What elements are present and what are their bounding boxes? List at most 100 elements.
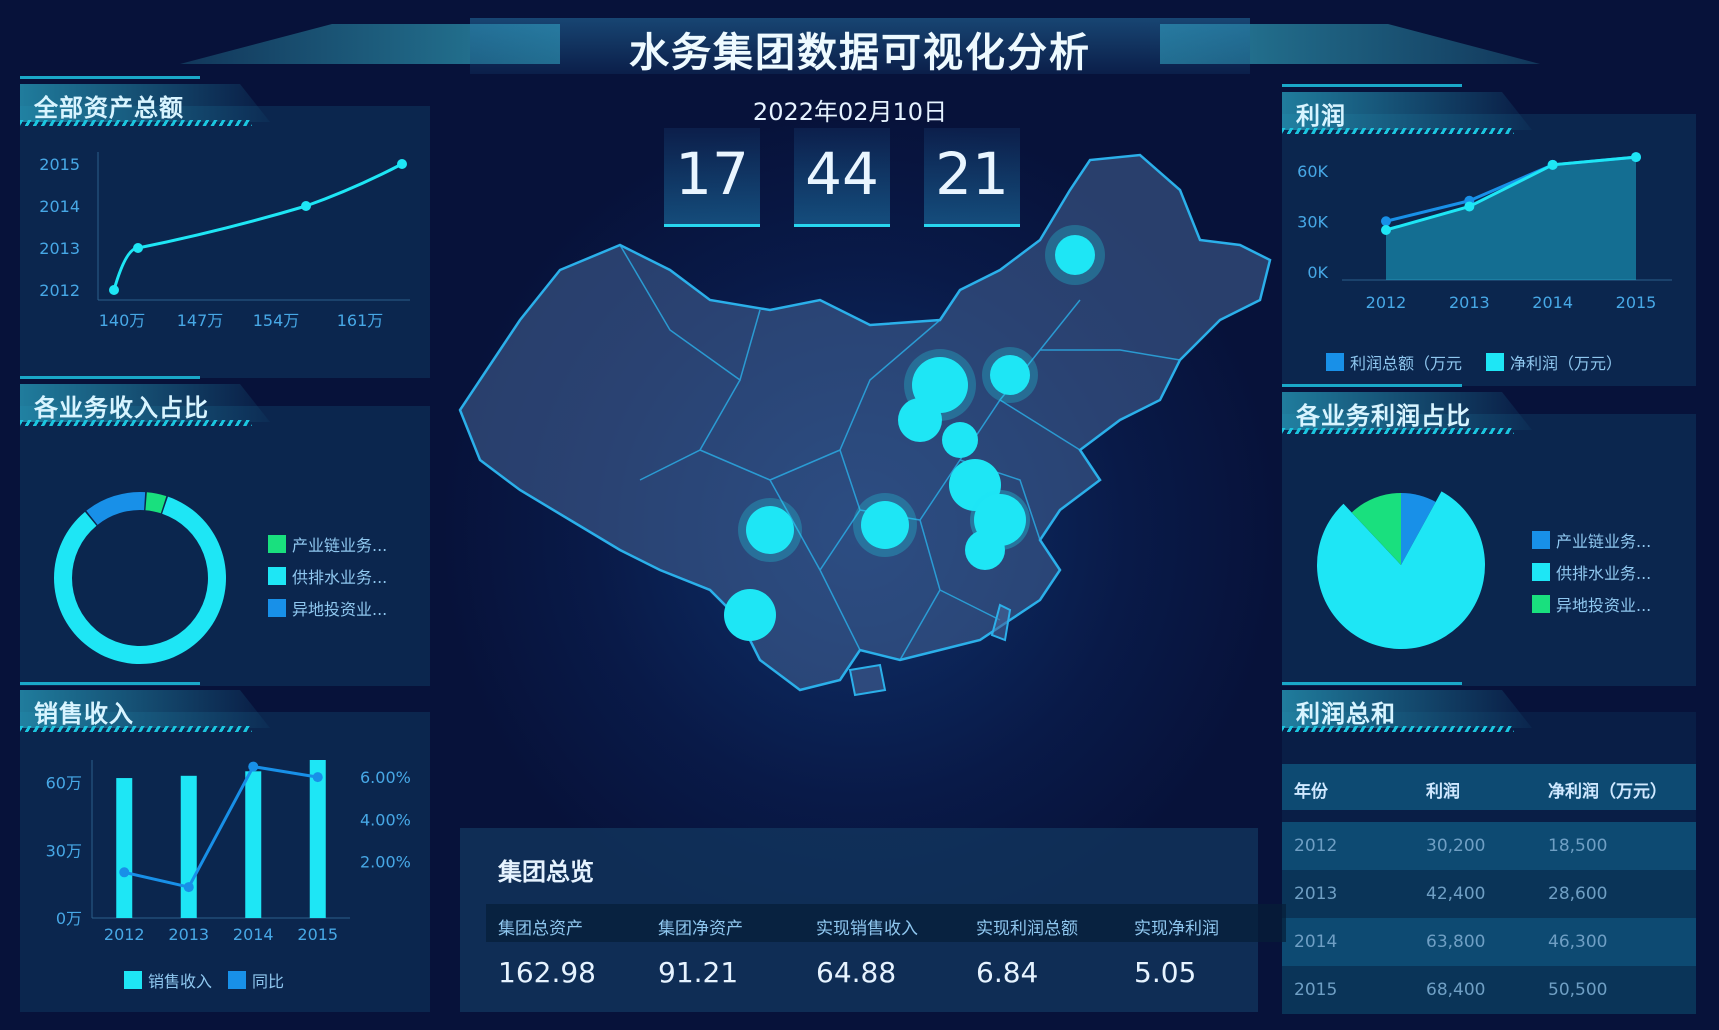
income-donut-chart <box>53 492 226 664</box>
overview-label: 集团净资产 <box>658 919 743 939</box>
legend-swatch <box>124 971 142 989</box>
legend-swatch <box>1532 595 1550 613</box>
legend-swatch <box>1326 353 1344 371</box>
table-cell: 50,500 <box>1548 980 1608 1000</box>
table-cell: 63,800 <box>1426 932 1486 952</box>
legend-label: 利润总额（万元 <box>1350 354 1463 373</box>
assets-title-block: 全部资产总额 <box>20 76 320 126</box>
title-top-line <box>20 76 200 79</box>
table-cell: 46,300 <box>1548 932 1608 952</box>
table-header-cell: 年份 <box>1294 782 1328 802</box>
profit-point <box>1381 216 1391 227</box>
profit-share-legend-item-3[interactable]: 异地投资业... <box>1532 592 1651 616</box>
yoy-point <box>248 761 259 772</box>
income-share-title-block: 各业务收入占比 <box>20 376 320 426</box>
x-tick-label: 161万 <box>337 311 384 330</box>
profit-share-legend-item-2[interactable]: 供排水业务... <box>1532 560 1651 584</box>
sales-bar <box>180 775 197 918</box>
y-tick-label: 60K <box>1297 162 1328 181</box>
overview-value: 6.84 <box>976 956 1039 989</box>
map-hainan <box>848 663 887 697</box>
table-cell: 18,500 <box>1548 836 1608 856</box>
legend-label: 产业链业务... <box>1556 532 1652 551</box>
sales-bar <box>116 778 133 918</box>
income-share-title: 各业务收入占比 <box>34 394 209 422</box>
title-top-line <box>1282 384 1462 387</box>
y-tick-label: 30K <box>1297 213 1328 232</box>
income-legend-item-2[interactable]: 供排水业务... <box>268 564 387 588</box>
sales-legend-item-1[interactable]: 销售收入 <box>124 968 212 992</box>
sales-legend-item-2[interactable]: 同比 <box>228 968 284 992</box>
table-row[interactable]: 2013 42,400 28,600 <box>1282 870 1696 918</box>
overview-label: 集团总资产 <box>498 919 583 939</box>
table-cell: 42,400 <box>1426 884 1486 904</box>
profit-title: 利润 <box>1296 102 1346 130</box>
table-cell: 2014 <box>1294 932 1338 952</box>
data-point <box>109 285 119 295</box>
profit-pie-chart <box>1317 491 1485 649</box>
x-tick-label: 2014 <box>233 925 274 944</box>
income-legend-item-3[interactable]: 异地投资业... <box>268 596 387 620</box>
table-row[interactable]: 2012 30,200 18,500 <box>1282 822 1696 870</box>
profit-point <box>1547 159 1558 170</box>
data-point <box>397 159 407 169</box>
title-top-line <box>20 376 200 379</box>
x-tick-label: 2015 <box>297 925 338 944</box>
assets-line <box>112 162 403 291</box>
overview-value: 5.05 <box>1134 956 1197 989</box>
table-cell: 28,600 <box>1548 884 1608 904</box>
yoy-point <box>312 772 323 783</box>
profit-share-title-block: 各业务利润占比 <box>1282 384 1582 434</box>
legend-label: 净利润（万元） <box>1510 354 1623 373</box>
income-legend-item-1[interactable]: 产业链业务... <box>268 532 387 556</box>
china-map[interactable] <box>440 150 1290 810</box>
overview-title: 集团总览 <box>498 858 594 886</box>
profit-legend-item-2[interactable]: 净利润（万元） <box>1486 350 1622 374</box>
table-cell: 2012 <box>1294 836 1338 856</box>
y-tick-label: 60万 <box>46 774 82 793</box>
data-point <box>301 201 311 211</box>
donut-slice <box>53 496 226 664</box>
x-tick-label: 2012 <box>104 925 145 944</box>
profit-title-block: 利润 <box>1282 84 1582 134</box>
legend-label: 异地投资业... <box>292 600 388 619</box>
x-tick-label: 2013 <box>1449 293 1490 312</box>
table-row[interactable]: 2014 63,800 46,300 <box>1282 918 1696 966</box>
table-cell: 68,400 <box>1426 980 1486 1000</box>
profit-share-legend-item-1[interactable]: 产业链业务... <box>1532 528 1651 552</box>
legend-label: 供排水业务... <box>292 568 388 587</box>
y-tick-label: 2012 <box>39 281 80 300</box>
legend-swatch <box>268 535 286 553</box>
x-tick-label: 140万 <box>99 311 146 330</box>
profit-point <box>1631 152 1641 163</box>
donut-slice <box>86 492 146 525</box>
assets-panel: 全部资产总额 2015 2014 2013 2012 140万 147万 154万 161万 <box>20 76 430 378</box>
profit-point <box>1464 201 1475 212</box>
table-cell: 2015 <box>1294 980 1338 1000</box>
income-share-panel: 各业务收入占比 产业链业务... 供排水业务... 异地投资业... <box>20 376 430 686</box>
y-tick-label: 0K <box>1307 263 1328 282</box>
legend-label: 供排水业务... <box>1556 564 1652 583</box>
legend-label: 同比 <box>252 972 285 991</box>
profit-legend-item-1[interactable]: 利润总额（万元 <box>1326 350 1462 374</box>
legend-swatch <box>1532 531 1550 549</box>
profit-total-title: 利润总和 <box>1296 700 1396 728</box>
yoy-point <box>119 867 130 878</box>
legend-label: 产业链业务... <box>292 536 388 555</box>
sales-bar <box>309 760 326 918</box>
x-tick-label: 154万 <box>253 311 300 330</box>
title-top-line <box>1282 682 1462 685</box>
table-cell: 30,200 <box>1426 836 1486 856</box>
sales-title: 销售收入 <box>34 700 134 728</box>
assets-title: 全部资产总额 <box>34 94 184 122</box>
sales-title-block: 销售收入 <box>20 682 320 732</box>
donut-slice <box>145 492 167 514</box>
title-top-line <box>1282 84 1462 87</box>
table-row[interactable]: 2015 68,400 50,500 <box>1282 966 1696 1014</box>
assets-line-chart: 2015 2014 2013 2012 140万 147万 154万 161万 <box>39 152 410 330</box>
title-top-line <box>20 682 200 685</box>
y-tick-label-right: 6.00% <box>360 768 411 787</box>
yoy-point <box>183 882 194 893</box>
y-tick-label: 2013 <box>39 239 80 258</box>
x-tick-label: 2014 <box>1532 293 1573 312</box>
